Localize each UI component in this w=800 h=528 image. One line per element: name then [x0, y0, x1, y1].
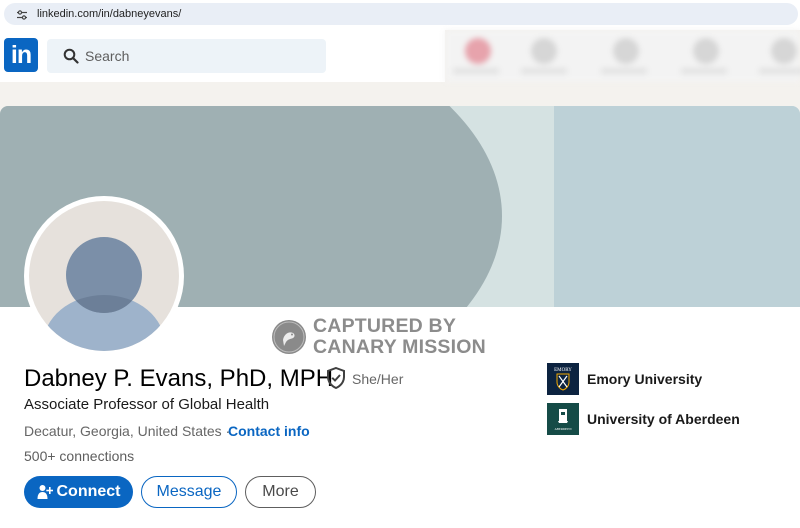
emory-logo-icon: EMORY	[547, 363, 579, 395]
connect-label: Connect	[56, 483, 121, 500]
aberdeen-logo-icon: ABERDEEN	[547, 403, 579, 435]
more-button[interactable]: More	[245, 476, 316, 508]
linkedin-logo[interactable]: in	[4, 38, 38, 72]
org-name: University of Aberdeen	[587, 411, 740, 427]
avatar[interactable]	[29, 201, 179, 351]
url-text[interactable]: linkedin.com/in/dabneyevans/	[37, 8, 181, 20]
connect-button[interactable]: Connect	[24, 476, 133, 508]
browser-url-bar: linkedin.com/in/dabneyevans/	[0, 0, 800, 30]
org-name: Emory University	[587, 371, 703, 387]
watermark-line2: CANARY MISSION	[313, 336, 486, 358]
svg-text:ABERDEEN: ABERDEEN	[555, 427, 573, 431]
pronouns: She/Her	[352, 371, 404, 387]
svg-text:EMORY: EMORY	[554, 368, 572, 373]
profile-name: Dabney P. Evans, PhD, MPH	[24, 365, 334, 392]
connections-count[interactable]: 500+ connections	[24, 448, 134, 464]
org-item-aberdeen[interactable]: ABERDEEN University of Aberdeen	[547, 403, 740, 435]
logo-text: in	[10, 40, 32, 69]
search-input[interactable]: Search	[47, 39, 326, 73]
watermark-line1: CAPTURED BY	[313, 315, 457, 337]
watermark-text: CAPTURED BY CANARY MISSION	[313, 316, 513, 358]
blurred-nav-icons	[445, 30, 800, 82]
org-item-emory[interactable]: EMORY Emory University	[547, 363, 702, 395]
message-label: Message	[156, 483, 222, 500]
canary-mission-logo-icon	[272, 320, 306, 354]
add-person-icon	[37, 485, 53, 499]
profile-location: Decatur, Georgia, United States ·	[24, 423, 231, 439]
search-placeholder: Search	[85, 48, 130, 64]
site-settings-icon[interactable]	[16, 9, 28, 21]
search-icon	[63, 48, 79, 64]
profile-headline: Associate Professor of Global Health	[24, 396, 270, 413]
verified-shield-icon[interactable]	[326, 367, 346, 389]
more-label: More	[262, 483, 299, 500]
address-field[interactable]: linkedin.com/in/dabneyevans/	[4, 3, 798, 25]
message-button[interactable]: Message	[141, 476, 237, 508]
contact-info-link[interactable]: Contact info	[228, 423, 310, 439]
